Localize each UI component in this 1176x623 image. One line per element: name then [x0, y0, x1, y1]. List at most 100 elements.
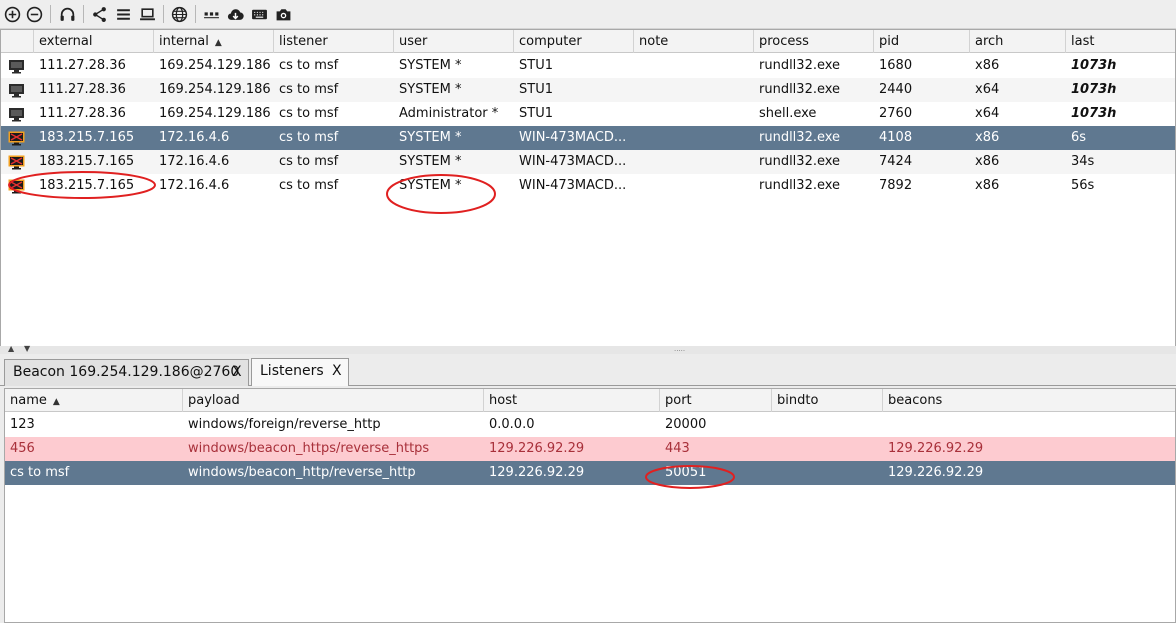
- cell-last: 1073h: [1071, 58, 1117, 73]
- cell-listener: cs to msf: [279, 178, 339, 193]
- cell-arch: x64: [975, 82, 1000, 97]
- cell-payload: windows/beacon_http/reverse_http: [188, 465, 416, 480]
- cell-beacons: [883, 413, 1175, 437]
- dots-icon[interactable]: [201, 4, 222, 25]
- column-header-last[interactable]: last: [1066, 30, 1175, 53]
- cell-listener: cs to msf: [279, 130, 339, 145]
- camera-icon[interactable]: [273, 4, 294, 25]
- cell-user: SYSTEM *: [399, 58, 462, 73]
- cell-port: 50051: [665, 465, 707, 480]
- list-icon[interactable]: [113, 4, 134, 25]
- cell-note: [634, 126, 754, 150]
- listener-row-highlighted[interactable]: 456 windows/beacon_https/reverse_https 1…: [5, 437, 1175, 461]
- cell-internal: 169.254.129.186: [159, 106, 271, 121]
- compromised-host-icon: [8, 131, 25, 146]
- column-header-user[interactable]: user: [394, 30, 514, 53]
- cell-computer: STU1: [519, 82, 553, 97]
- cell-computer: STU1: [519, 58, 553, 73]
- beacon-table: external internal ▲ listener user compute…: [0, 29, 1176, 347]
- listener-row-selected[interactable]: cs to msf windows/beacon_http/reverse_ht…: [5, 461, 1175, 485]
- column-header-computer[interactable]: computer: [514, 30, 634, 53]
- cell-user: SYSTEM *: [399, 178, 462, 193]
- cell-computer: WIN-473MACD...: [519, 154, 627, 169]
- column-header-bindto[interactable]: bindto: [772, 389, 883, 412]
- column-header-listener[interactable]: listener: [274, 30, 394, 53]
- cell-external: 111.27.28.36: [39, 106, 126, 121]
- cloud-download-icon[interactable]: [225, 4, 246, 25]
- cell-process: rundll32.exe: [759, 82, 841, 97]
- cell-last: 6s: [1071, 130, 1087, 145]
- cell-listener: cs to msf: [279, 58, 339, 73]
- toolbar-separator: [50, 5, 51, 23]
- cell-note: [634, 78, 754, 102]
- column-header-port[interactable]: port: [660, 389, 772, 412]
- cell-payload: windows/beacon_https/reverse_https: [188, 441, 430, 456]
- tab-beacon-label: Beacon 169.254.129.186@2760: [13, 364, 240, 380]
- cell-last: 1073h: [1071, 106, 1117, 121]
- disconnect-icon[interactable]: [24, 4, 45, 25]
- toolbar-separator: [163, 5, 164, 23]
- beacon-row[interactable]: 111.27.28.36 169.254.129.186 cs to msf A…: [1, 102, 1175, 126]
- new-connection-icon[interactable]: [2, 4, 23, 25]
- column-header-internal[interactable]: internal ▲: [154, 30, 274, 53]
- cell-process: rundll32.exe: [759, 130, 841, 145]
- cell-internal: 169.254.129.186: [159, 58, 271, 73]
- share-icon[interactable]: [89, 4, 110, 25]
- beacon-table-header: external internal ▲ listener user compute…: [1, 30, 1175, 53]
- cell-note: [634, 150, 754, 174]
- cell-listener: cs to msf: [279, 106, 339, 121]
- beacon-row[interactable]: 183.215.7.165 172.16.4.6 cs to msf SYSTE…: [1, 150, 1175, 174]
- column-header-process[interactable]: process: [754, 30, 874, 53]
- tab-bar: Beacon 169.254.129.186@2760 X Listeners …: [0, 354, 1176, 386]
- column-header-payload[interactable]: payload: [183, 389, 484, 412]
- cell-user: SYSTEM *: [399, 82, 462, 97]
- cell-name: cs to msf: [10, 465, 70, 480]
- cell-last: 56s: [1071, 178, 1095, 193]
- keyboard-icon[interactable]: [249, 4, 270, 25]
- toolbar-separator: [195, 5, 196, 23]
- close-icon[interactable]: X: [232, 360, 242, 385]
- cell-process: rundll32.exe: [759, 58, 841, 73]
- cell-arch: x86: [975, 178, 1000, 193]
- column-header-external[interactable]: external: [34, 30, 154, 53]
- column-header-name[interactable]: name ▲: [5, 389, 183, 412]
- cell-host: 129.226.92.29: [489, 465, 585, 480]
- collapse-up-icon[interactable]: ▲: [8, 344, 14, 353]
- tab-beacon[interactable]: Beacon 169.254.129.186@2760 X: [4, 359, 249, 386]
- cell-bindto: [772, 437, 883, 461]
- cell-external: 111.27.28.36: [39, 82, 126, 97]
- globe-icon[interactable]: [169, 4, 190, 25]
- column-header-icon[interactable]: [1, 30, 34, 53]
- beacon-row[interactable]: 183.215.7.165 172.16.4.6 cs to msf SYSTE…: [1, 174, 1175, 198]
- pane-splitter[interactable]: ▲ ▼ ·····: [0, 344, 1176, 355]
- cell-name: 123: [10, 417, 35, 432]
- cell-beacons: 129.226.92.29: [888, 441, 984, 456]
- column-header-note[interactable]: note: [634, 30, 754, 53]
- cell-pid: 4108: [879, 130, 913, 145]
- column-header-arch[interactable]: arch: [970, 30, 1066, 53]
- cell-pid: 1680: [879, 58, 913, 73]
- cell-host: 129.226.92.29: [489, 441, 585, 456]
- column-header-beacons[interactable]: beacons: [883, 389, 1175, 412]
- column-header-pid[interactable]: pid: [874, 30, 970, 53]
- listener-row[interactable]: 123 windows/foreign/reverse_http 0.0.0.0…: [5, 413, 1175, 437]
- cell-note: [634, 54, 754, 78]
- headset-icon[interactable]: [57, 4, 78, 25]
- tab-listeners[interactable]: Listeners X: [251, 358, 349, 386]
- close-icon[interactable]: X: [332, 359, 342, 384]
- beacon-row[interactable]: 111.27.28.36 169.254.129.186 cs to msf S…: [1, 78, 1175, 102]
- cell-port: 20000: [665, 417, 707, 432]
- cell-external: 183.215.7.165: [39, 154, 135, 169]
- compromised-host-icon: [8, 179, 25, 194]
- cell-arch: x64: [975, 106, 1000, 121]
- cell-last: 1073h: [1071, 82, 1117, 97]
- laptop-icon[interactable]: [137, 4, 158, 25]
- cell-arch: x86: [975, 130, 1000, 145]
- beacon-row[interactable]: 111.27.28.36 169.254.129.186 cs to msf S…: [1, 54, 1175, 78]
- cell-note: [634, 102, 754, 126]
- beacon-row-selected[interactable]: 183.215.7.165 172.16.4.6 cs to msf SYSTE…: [1, 126, 1175, 150]
- column-header-host[interactable]: host: [484, 389, 660, 412]
- cell-user: SYSTEM *: [399, 130, 462, 145]
- collapse-down-icon[interactable]: ▼: [24, 344, 30, 353]
- sort-ascending-icon: ▲: [52, 397, 60, 407]
